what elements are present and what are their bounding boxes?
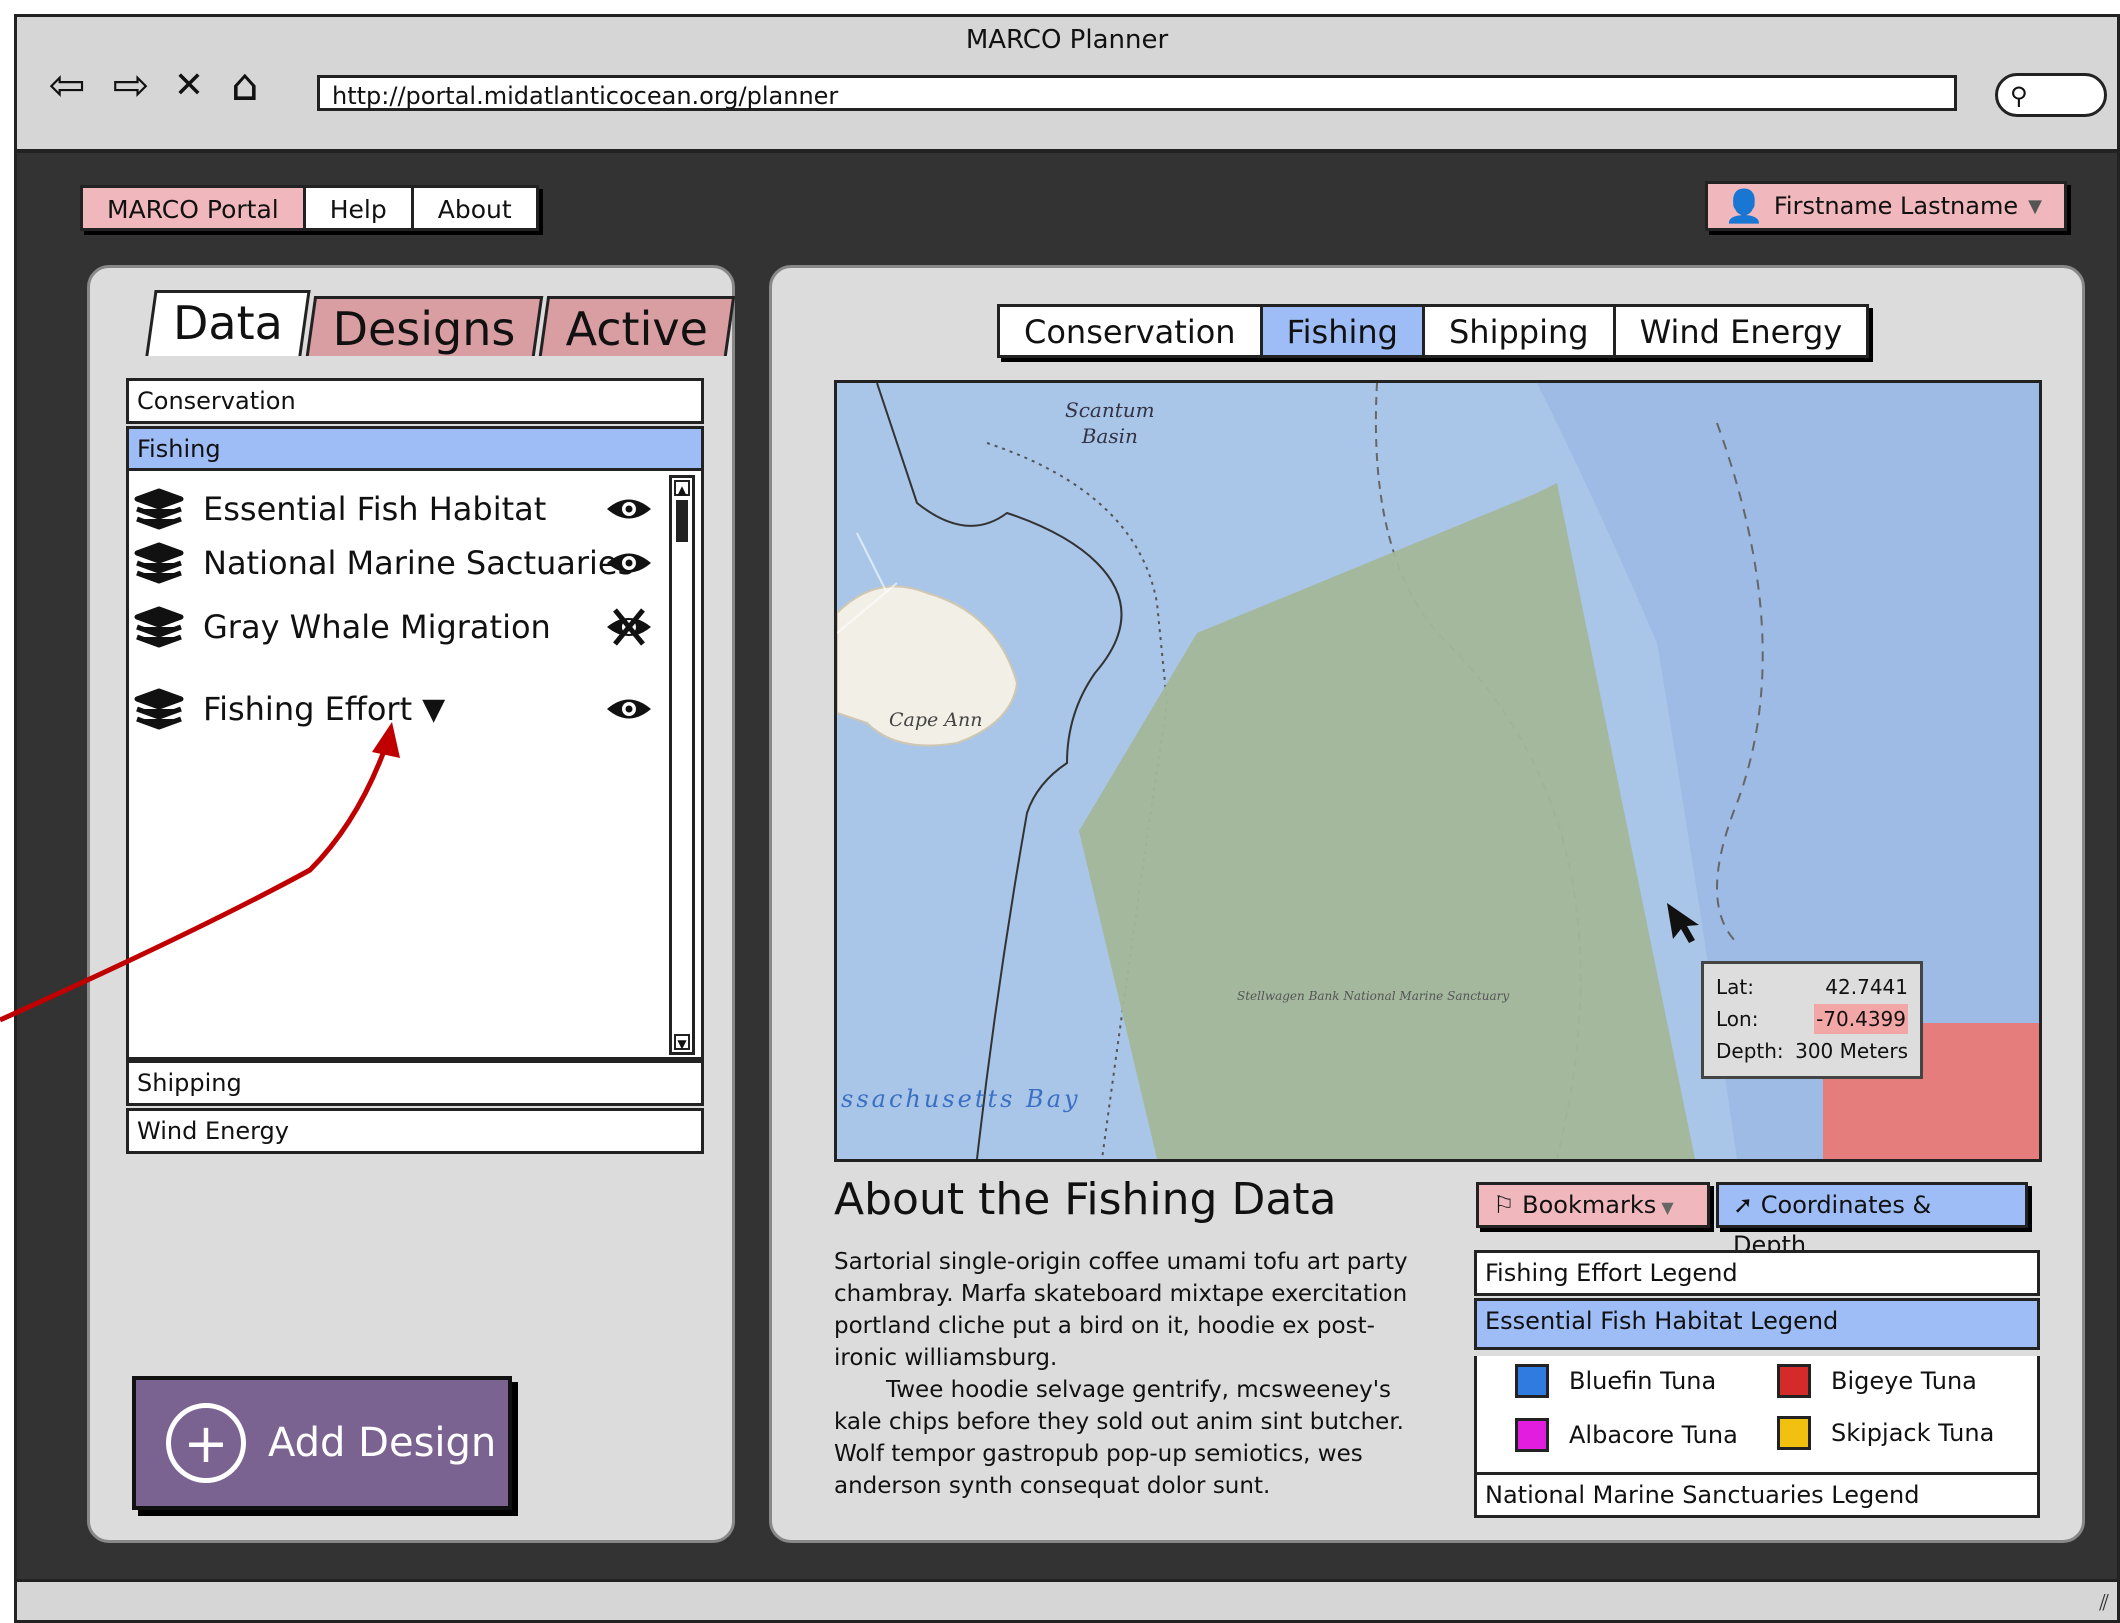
address-bar[interactable]: http://portal.midatlanticocean.org/plann… — [317, 75, 1957, 111]
section-wind-energy[interactable]: Wind Energy — [126, 1108, 704, 1154]
layer-item[interactable]: Essential Fish Habitat — [133, 481, 653, 537]
layer-item[interactable]: Fishing Effort ▼ — [133, 681, 653, 737]
window-title: MARCO Planner — [965, 25, 1169, 55]
map-label-cape: Cape Ann — [889, 709, 983, 731]
about-paragraph: Sartorial single-origin coffee umami tof… — [834, 1249, 1408, 1371]
about-paragraph: Twee hoodie selvage gentrify, mcsweeney'… — [834, 1377, 1404, 1499]
dropdown-triangle-icon[interactable]: ▼ — [422, 692, 445, 727]
panel-tabs: Data Designs Active — [145, 290, 736, 356]
resize-grip-icon[interactable]: ⫽ — [2099, 1591, 2109, 1616]
layers-icon — [134, 542, 184, 584]
section-shipping[interactable]: Shipping — [126, 1060, 704, 1106]
data-panel: Data Designs Active Conservation Fishing… — [87, 265, 736, 1543]
scroll-thumb[interactable] — [676, 500, 688, 542]
legend-essential-fish-habitat[interactable]: Essential Fish Habitat Legend — [1474, 1298, 2040, 1350]
legend-body: Bluefin Tuna Bigeye Tuna Albacore Tuna S… — [1474, 1356, 2040, 1474]
theme-conservation[interactable]: Conservation — [997, 304, 1263, 358]
tab-active[interactable]: Active — [538, 296, 736, 356]
theme-shipping[interactable]: Shipping — [1421, 304, 1616, 358]
coordinate-readout: Lat: 42.7441 Lon: -70.4399 Depth: 300 Meter… — [1701, 961, 1923, 1079]
legend-item: Bigeye Tuna — [1777, 1364, 1977, 1398]
legend-swatch — [1777, 1416, 1811, 1450]
eye-icon[interactable] — [605, 548, 653, 578]
add-design-label: Add Design — [268, 1420, 497, 1466]
help-button[interactable]: Help — [302, 185, 414, 231]
top-nav: MARCO Portal Help About — [80, 185, 539, 231]
tab-data[interactable]: Data — [145, 290, 311, 356]
home-icon[interactable]: ⌂ — [217, 57, 273, 113]
about-text: Sartorial single-origin coffee umami tof… — [834, 1246, 1434, 1502]
eye-icon[interactable] — [605, 494, 653, 524]
plus-circle-icon: + — [166, 1403, 246, 1483]
browser-window: MARCO Planner ⇦ ⇨ ✕ ⌂ http://portal.mida… — [14, 14, 2120, 1623]
eye-icon[interactable] — [605, 694, 653, 724]
cursor-icon: ➚ — [1733, 1191, 1761, 1219]
add-design-button[interactable]: + Add Design — [132, 1376, 512, 1510]
legend-item: Bluefin Tuna — [1515, 1364, 1716, 1398]
latitude-value: 42.7441 — [1825, 975, 1908, 999]
search-icon: ⚲ — [2010, 82, 2028, 110]
layer-item[interactable]: National Marine Sactuaries — [133, 535, 653, 591]
layers-icon — [134, 606, 184, 648]
layer-list-scrollbar[interactable]: ▲ ▼ — [669, 475, 695, 1055]
section-fishing[interactable]: Fishing — [126, 426, 704, 472]
map-label-sanctuary: Stellwagen Bank National Marine Sanctuar… — [1237, 989, 1510, 1003]
marco-portal-button[interactable]: MARCO Portal — [80, 185, 306, 231]
scroll-down-icon[interactable]: ▼ — [674, 1034, 690, 1051]
layers-icon — [134, 488, 184, 530]
user-icon: 👤 — [1724, 187, 1764, 225]
layer-item[interactable]: Gray Whale Migration — [133, 599, 653, 655]
layer-label: Gray Whale Migration — [203, 608, 551, 646]
user-name: Firstname Lastname — [1773, 192, 2019, 220]
map-panel: Conservation Fishing Shipping Wind Energ… — [769, 265, 2085, 1543]
eye-hidden-icon[interactable] — [605, 605, 653, 649]
theme-fishing[interactable]: Fishing — [1259, 304, 1425, 358]
layer-label: Fishing Effort — [203, 690, 413, 728]
legend-fishing-effort[interactable]: Fishing Effort Legend — [1474, 1250, 2040, 1296]
status-bar: ⫽ — [17, 1579, 2117, 1620]
bookmark-icon: ⚐ — [1493, 1191, 1523, 1219]
coordinates-depth-button[interactable]: ➚ Coordinates & Depth — [1716, 1182, 2028, 1259]
legend-swatch — [1515, 1418, 1549, 1452]
legend-national-marine-sanctuaries[interactable]: National Marine Sanctuaries Legend — [1474, 1472, 2040, 1518]
depth-value: 300 Meters — [1795, 1039, 1908, 1063]
theme-wind-energy[interactable]: Wind Energy — [1612, 304, 1870, 358]
forward-arrow-icon[interactable]: ⇨ — [103, 57, 159, 113]
map-label-basin: Scantum Basin — [1065, 398, 1155, 448]
legend-item: Albacore Tuna — [1515, 1418, 1738, 1452]
about-button[interactable]: About — [410, 185, 539, 231]
map-view[interactable]: Scantum Basin Cape Ann ssachusetts Bay St… — [834, 380, 2042, 1162]
search-field[interactable]: ⚲ — [1995, 73, 2107, 117]
map-label-bay: ssachusetts Bay — [841, 1085, 1081, 1113]
scroll-up-icon[interactable]: ▲ — [674, 480, 690, 497]
legend-swatch — [1515, 1364, 1549, 1398]
user-menu-button[interactable]: 👤 Firstname Lastname ▼ — [1705, 181, 2067, 231]
layer-label: National Marine Sactuaries — [203, 544, 635, 582]
back-arrow-icon[interactable]: ⇦ — [39, 57, 95, 113]
chevron-down-icon: ▼ — [2028, 195, 2042, 217]
browser-titlebar: MARCO Planner ⇦ ⇨ ✕ ⌂ http://portal.mida… — [17, 17, 2117, 153]
layer-label: Essential Fish Habitat — [203, 490, 547, 528]
section-conservation[interactable]: Conservation — [126, 378, 704, 424]
longitude-value: -70.4399 — [1814, 1004, 1908, 1034]
layer-list: Essential Fish Habitat National Marine S… — [126, 468, 704, 1060]
stop-icon[interactable]: ✕ — [161, 57, 217, 113]
layers-icon — [134, 688, 184, 730]
theme-tabs: Conservation Fishing Shipping Wind Energ… — [997, 304, 1870, 358]
tab-designs[interactable]: Designs — [305, 296, 543, 356]
about-title: About the Fishing Data — [834, 1174, 1337, 1225]
legend-item: Skipjack Tuna — [1777, 1416, 1994, 1450]
legend-swatch — [1777, 1364, 1811, 1398]
bookmarks-button[interactable]: ⚐ Bookmarks ▼ — [1476, 1182, 1710, 1228]
